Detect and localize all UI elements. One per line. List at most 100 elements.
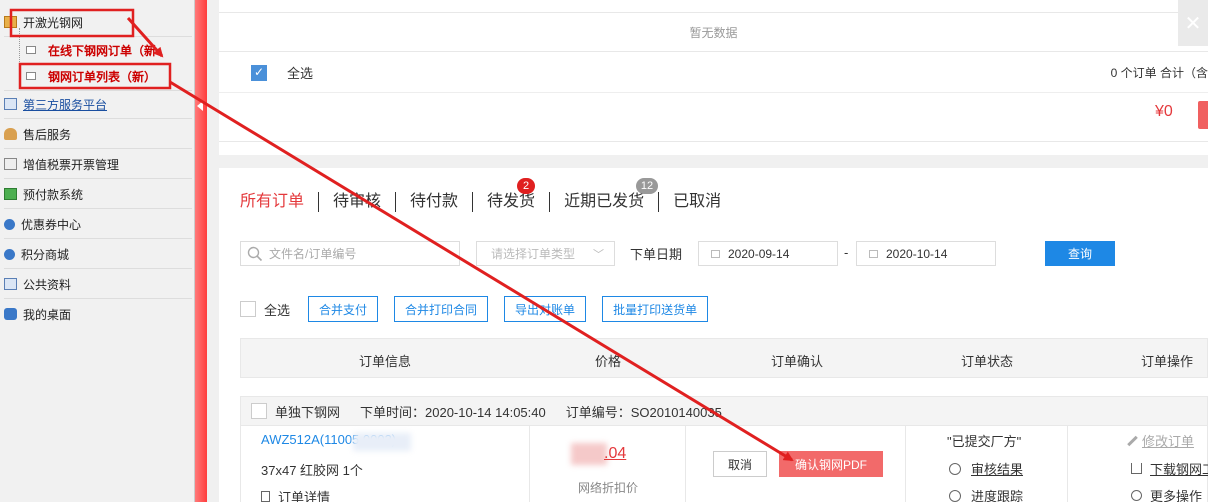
calendar-icon xyxy=(869,249,878,258)
count-badge: 2 xyxy=(517,178,536,194)
check-circle-icon xyxy=(949,462,961,475)
merge-print-contract-button[interactable]: 合并打印合同 xyxy=(394,296,489,322)
download-stencil-link[interactable]: 下载钢网工程 xyxy=(1131,459,1208,478)
tab-label: 已取消 xyxy=(673,193,722,210)
col-order-status: 订单状态 xyxy=(961,354,1014,369)
batch-actions: 全选 合并支付 合并打印合同 导出对账单 批量打印送货单 xyxy=(240,296,724,322)
select-all-label: 全选 xyxy=(287,66,314,81)
order-detail-link[interactable]: 订单详情 xyxy=(261,487,330,502)
desktop-icon xyxy=(4,308,17,320)
col-order-confirm: 订单确认 xyxy=(771,354,824,369)
sidebar-item-label: 我的桌面 xyxy=(23,307,72,322)
search-placeholder: 文件名/订单编号 xyxy=(269,247,357,261)
tab-label: 近期已发货 xyxy=(564,193,645,210)
divider xyxy=(4,148,192,149)
review-result-link[interactable]: 审核结果 xyxy=(949,459,1023,478)
close-icon[interactable]: ✕ xyxy=(1178,0,1208,46)
export-statement-button[interactable]: 导出对账单 xyxy=(504,296,587,322)
pencil-icon xyxy=(1127,435,1138,446)
sidebar-item-label: 优惠券中心 xyxy=(21,217,82,232)
calendar-icon xyxy=(711,249,720,258)
sidebar-item-after-sales[interactable]: 售后服务 xyxy=(4,122,71,146)
search-input[interactable]: 文件名/订单编号 xyxy=(240,241,460,266)
sidebar-item-label: 预付款系统 xyxy=(23,187,84,202)
sidebar-item-label: 增值税票开票管理 xyxy=(23,157,120,172)
confirm-stencil-pdf-button[interactable]: 确认钢网PDF xyxy=(779,451,883,477)
tab-pending-payment[interactable]: 待付款 xyxy=(395,192,472,212)
chevron-down-icon: ﹀ xyxy=(593,248,604,261)
redaction-mask xyxy=(353,433,411,451)
tab-pending-review[interactable]: 待审核 xyxy=(318,192,395,212)
link-label: 更多操作 xyxy=(1150,489,1203,502)
tab-all-orders[interactable]: 所有订单 xyxy=(240,192,318,212)
sidebar-collapse-bar[interactable] xyxy=(195,0,207,502)
edit-order-link[interactable]: 修改订单 xyxy=(1127,431,1194,450)
redaction-mask xyxy=(571,443,607,465)
sidebar-subitem-order-list[interactable]: 钢网订单列表（新） xyxy=(26,65,156,87)
date-from-value: 2020-09-14 xyxy=(728,246,790,261)
tab-cancelled[interactable]: 已取消 xyxy=(658,192,735,212)
select-all-checkbox[interactable] xyxy=(240,301,256,317)
divider xyxy=(529,425,530,502)
tab-label: 待付款 xyxy=(410,193,459,210)
date-to-input[interactable]: 2020-10-14 xyxy=(856,241,996,266)
search-icon xyxy=(247,246,263,261)
cancel-button[interactable]: 取消 xyxy=(713,451,767,477)
query-button[interactable]: 查询 xyxy=(1045,241,1115,266)
sidebar-item-coupons[interactable]: 优惠券中心 xyxy=(4,212,81,236)
sidebar-item-desktop[interactable]: 我的桌面 xyxy=(4,302,71,326)
divider xyxy=(4,178,192,179)
order-time: 下单时间：2020-10-14 14:05:40 xyxy=(360,404,546,420)
divider xyxy=(4,268,192,269)
date-to-value: 2020-10-14 xyxy=(886,246,948,261)
sidebar-item-invoice[interactable]: 增值税票开票管理 xyxy=(4,152,119,176)
sidebar-item-public-data[interactable]: 公共资料 xyxy=(4,272,71,296)
order-type-select[interactable]: 请选择订单类型 ﹀ xyxy=(476,241,615,266)
cart-select-all[interactable]: 全选 xyxy=(251,63,313,82)
divider xyxy=(4,208,192,209)
sidebar-item-label: 积分商城 xyxy=(21,247,70,262)
date-separator: - xyxy=(844,245,849,260)
progress-tracking-link[interactable]: 进度跟踪 xyxy=(949,486,1023,502)
points-icon xyxy=(4,248,15,260)
divider xyxy=(905,425,906,502)
tab-recently-shipped[interactable]: 近期已发货 12 xyxy=(549,178,659,212)
more-actions-link[interactable]: 更多操作 xyxy=(1131,486,1202,502)
product-spec: 37x47 红胶网 1个 xyxy=(261,463,363,478)
select-all-checkbox[interactable] xyxy=(251,64,267,81)
merge-pay-button[interactable]: 合并支付 xyxy=(308,296,379,322)
sidebar-subitem-label: 钢网订单列表（新） xyxy=(48,69,157,84)
sidebar-item-third-party[interactable]: 第三方服务平台 xyxy=(4,92,107,116)
more-icon xyxy=(1131,490,1142,501)
date-from-input[interactable]: 2020-09-14 xyxy=(698,241,838,266)
sidebar-item-points-mall[interactable]: 积分商城 xyxy=(4,242,69,266)
sidebar-subitem-online-order[interactable]: 在线下钢网订单（新 xyxy=(26,39,156,61)
order-row-header: 单独下钢网 下单时间：2020-10-14 14:05:40 订单编号：SO20… xyxy=(240,396,1208,426)
tab-label: 待发货 xyxy=(487,193,536,210)
cart-total: ¥0 xyxy=(1155,103,1173,120)
collapse-arrow-icon xyxy=(197,101,203,111)
clock-icon xyxy=(949,489,961,502)
document-icon xyxy=(261,491,270,502)
orders-card: 所有订单 待审核 待付款 待发货 2 近期已发货 12 已取消 文件名/订单编号… xyxy=(219,168,1208,502)
tab-pending-shipment[interactable]: 待发货 2 xyxy=(472,178,549,212)
checkout-button[interactable] xyxy=(1198,101,1208,129)
document-icon xyxy=(26,46,36,54)
divider xyxy=(685,425,686,502)
sidebar-item-label: 售后服务 xyxy=(23,127,72,142)
count-badge: 12 xyxy=(635,178,659,194)
wallet-icon xyxy=(4,188,17,200)
col-order-actions: 订单操作 xyxy=(1141,354,1194,369)
order-checkbox[interactable] xyxy=(251,403,267,419)
batch-print-delivery-button[interactable]: 批量打印送货单 xyxy=(602,296,709,322)
col-price: 价格 xyxy=(595,354,622,369)
price-note: 网络折扣价 xyxy=(578,481,639,495)
order-detail-label: 订单详情 xyxy=(278,490,331,502)
sidebar-item-prepay[interactable]: 预付款系统 xyxy=(4,182,83,206)
divider xyxy=(4,118,192,119)
sidebar-item-laser-stencil[interactable]: 开激光钢网 xyxy=(4,10,83,34)
table-row: AWZ512A(11005 0003) 37x47 红胶网 1个 订单详情 .0… xyxy=(240,425,1208,502)
link-label: 审核结果 xyxy=(971,462,1024,477)
divider xyxy=(4,238,192,239)
divider xyxy=(219,92,1208,93)
